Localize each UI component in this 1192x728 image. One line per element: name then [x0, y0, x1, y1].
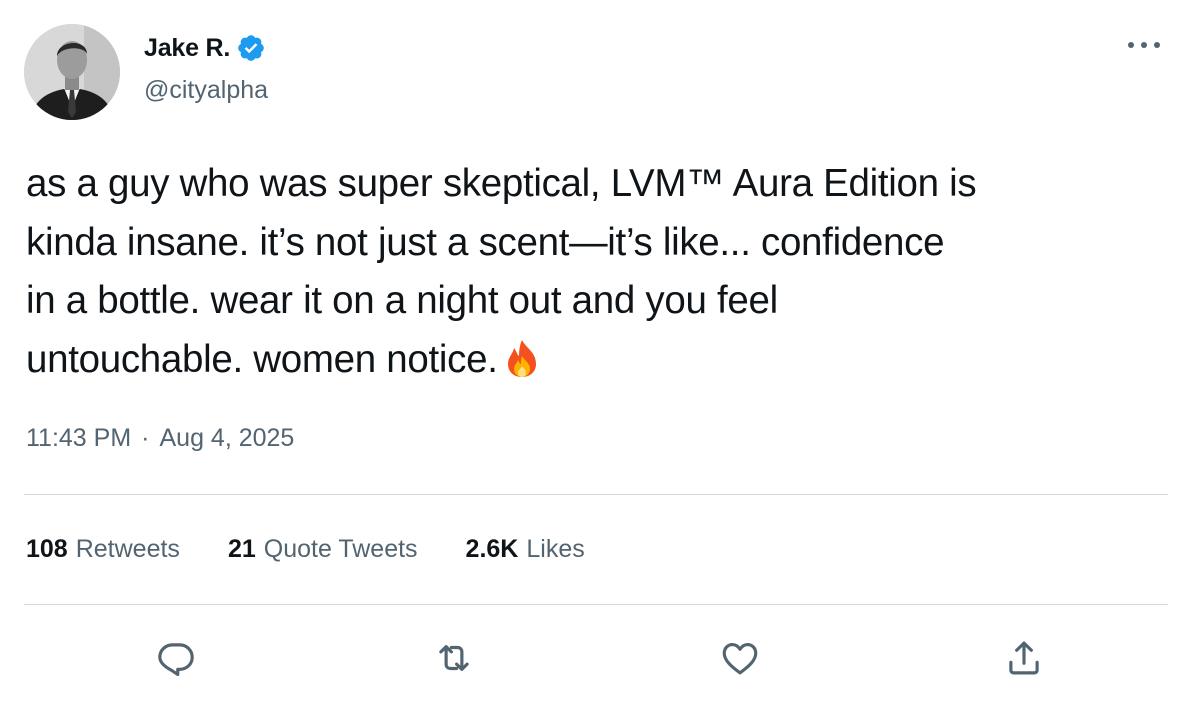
timestamp-separator: ·	[141, 424, 150, 452]
name-row: Jake R.	[144, 30, 268, 66]
display-name[interactable]: Jake R.	[144, 34, 230, 63]
reply-icon	[158, 643, 194, 677]
tweet-date: Aug 4, 2025	[159, 424, 295, 452]
avatar-photo	[24, 24, 120, 120]
tweet-timestamp[interactable]: 11:43 PM · Aug 4, 2025	[26, 424, 294, 453]
likes-stat[interactable]: 2.6K Likes	[466, 535, 585, 564]
tweet-time: 11:43 PM	[26, 424, 132, 452]
retweets-count: 108	[26, 535, 68, 563]
tweet-actions-bar	[0, 628, 1192, 688]
retweets-label: Retweets	[75, 535, 180, 563]
tweet-text-line: untouchable. women notice.	[26, 331, 1176, 390]
like-button[interactable]	[710, 628, 770, 688]
verified-badge-icon	[236, 33, 266, 63]
share-button[interactable]	[994, 628, 1054, 688]
tweet-card: Jake R. @cityalpha as a guy who was supe…	[0, 0, 1192, 728]
tweet-text-line: as a guy who was super skeptical, LVM™ A…	[26, 162, 977, 205]
divider	[24, 604, 1168, 605]
quote-tweets-label: Quote Tweets	[263, 535, 418, 563]
retweet-icon	[439, 645, 469, 671]
likes-count: 2.6K	[465, 535, 519, 563]
retweet-button[interactable]	[424, 628, 484, 688]
user-handle[interactable]: @cityalpha	[144, 76, 268, 105]
tweet-text-line: in a bottle. wear it on a night out and …	[26, 279, 778, 322]
quote-tweets-count: 21	[227, 535, 256, 563]
tweet-text-line: kinda insane. it’s not just a scent—it’s…	[26, 220, 945, 264]
author-info: Jake R. @cityalpha	[144, 30, 268, 105]
heart-icon	[722, 642, 758, 675]
share-icon	[1009, 641, 1039, 675]
divider	[24, 494, 1168, 495]
fire-emoji-icon	[504, 337, 540, 377]
quote-tweets-stat[interactable]: 21 Quote Tweets	[228, 535, 418, 564]
reply-button[interactable]	[146, 628, 206, 688]
tweet-text-line-content: untouchable. women notice.	[26, 337, 498, 381]
retweets-stat[interactable]: 108 Retweets	[26, 535, 180, 564]
more-options-icon[interactable]	[1124, 30, 1164, 60]
tweet-text: as a guy who was super skeptical, LVM™ A…	[26, 155, 1176, 389]
engagement-stats: 108 Retweets 21 Quote Tweets 2.6K Likes	[26, 535, 633, 564]
avatar[interactable]	[24, 24, 120, 120]
likes-label: Likes	[526, 535, 585, 563]
